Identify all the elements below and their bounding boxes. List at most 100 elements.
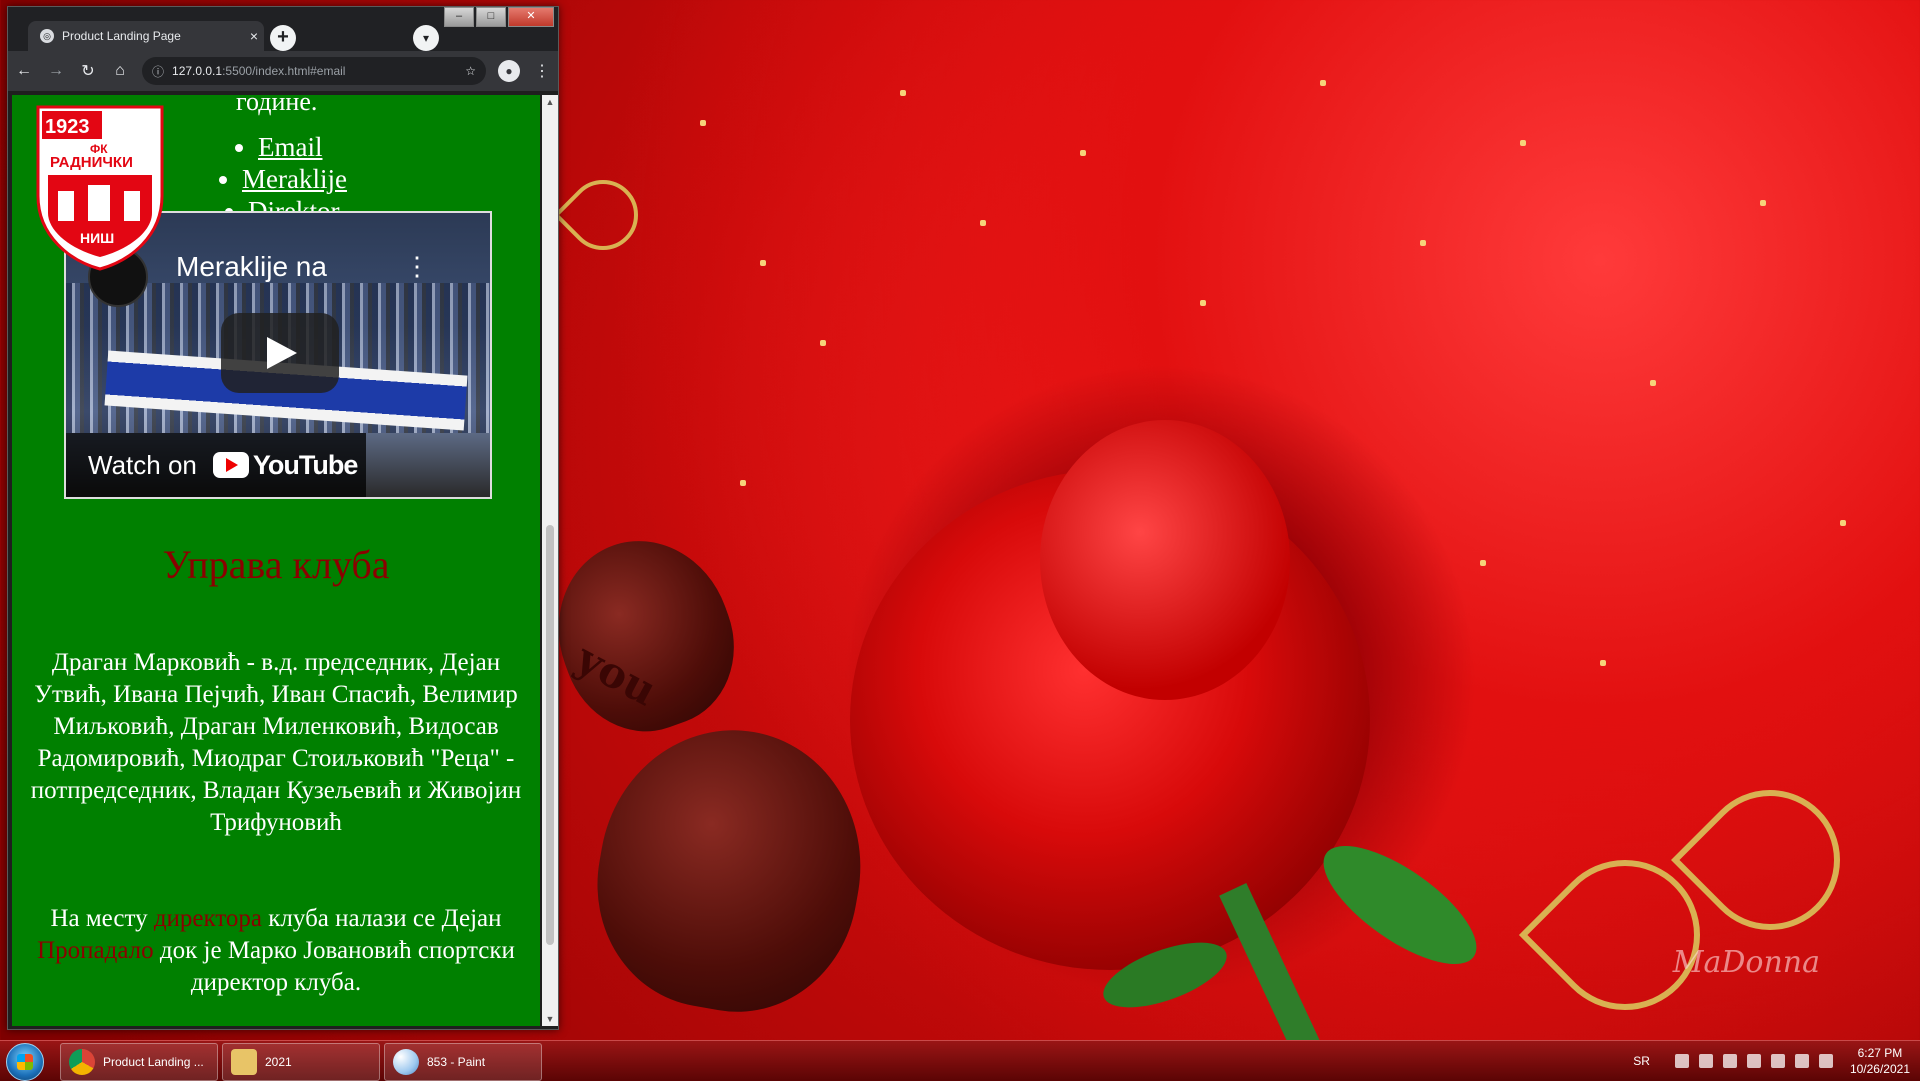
confetti [1600,660,1606,666]
url-text: 127.0.0.1:5500/index.html#email [172,64,465,78]
clock-date: 10/26/2021 [1849,1062,1910,1076]
watermark: MaDonna [1672,945,1820,980]
nav-link-meraklije[interactable]: Meraklije [242,164,347,194]
maximize-button[interactable]: □ [476,7,506,27]
partial-text: године. [236,95,318,116]
close-window-button[interactable]: ✕ [508,7,554,27]
watch-on-youtube[interactable]: Watch on YouTube [66,433,366,497]
chrome-icon [69,1049,95,1075]
page-scrollbar[interactable]: ▲ ▼ [542,95,558,1026]
play-button[interactable] [221,313,339,393]
globe-icon: ◎ [40,29,54,43]
confetti [1520,140,1526,146]
taskbar-item-paint[interactable]: 853 - Paint [384,1043,542,1081]
confetti [700,120,706,126]
url-host: 127.0.0.1 [172,64,223,78]
window-controls: – □ ✕ [442,7,554,27]
director-text-part: На месту [50,905,154,932]
volume-icon[interactable] [1818,1054,1833,1068]
confetti [820,340,826,346]
home-icon[interactable]: ⌂ [104,62,136,80]
taskbar: Product Landing ... 2021 853 - Paint SR … [0,1040,1920,1081]
logo-year: 1923 [45,116,90,138]
reload-icon[interactable]: ↻ [72,61,104,81]
youtube-play-icon [212,452,249,478]
scroll-up-arrow-icon[interactable]: ▲ [542,97,558,107]
security-icon[interactable] [1674,1054,1689,1068]
director-text-part: клуба налази се Дејан [262,905,502,932]
logo-city: НИШ [80,230,114,246]
video-title[interactable]: Meraklije na [176,251,327,283]
confetti [900,90,906,96]
language-indicator[interactable]: SR [1633,1054,1650,1068]
youtube-brand: YouTube [252,449,358,480]
taskbar-item-folder[interactable]: 2021 [222,1043,380,1081]
taskbar-item-chrome[interactable]: Product Landing ... [60,1043,218,1081]
url-path: :5500/index.html#email [222,64,346,78]
chocolate-heart [577,709,883,1031]
start-button[interactable] [6,1043,44,1081]
tab-close-icon[interactable]: × [244,28,264,44]
confetti [980,220,986,226]
director-name-highlight: Пропадало [37,937,154,964]
tray-flag-icon[interactable] [1770,1054,1785,1068]
rose-petal [1040,420,1290,700]
director-text: На месту директора клуба налази се Дејан… [28,903,524,999]
nav-link-email[interactable]: Email [258,132,322,162]
gold-heart [553,165,653,265]
confetti [1840,520,1846,526]
youtube-logo: YouTube [212,449,358,481]
gold-heart [1671,761,1869,959]
director-highlight: директора [153,905,263,932]
taskbar-item-label: 853 - Paint [427,1055,486,1069]
browser-titlebar[interactable]: ◎ Product Landing Page × + ▾ – □ ✕ [8,7,558,51]
page-viewport: године. Email Meraklije Direktor Merakli… [12,95,540,1026]
nav-item: Email [258,131,347,163]
bookmark-star-icon[interactable]: ☆ [465,64,476,78]
confetti [1080,150,1086,156]
address-bar[interactable]: ⓘ 127.0.0.1:5500/index.html#email ☆ [142,57,486,85]
browser-toolbar: ← → ↻ ⌂ ⓘ 127.0.0.1:5500/index.html#emai… [8,51,558,91]
management-text: Драган Марковић - в.д. председник, Дејан… [30,649,522,836]
logo-name: РАДНИЧКИ [50,154,133,171]
tab-product-landing-page[interactable]: ◎ Product Landing Page × [28,21,264,51]
network-icon[interactable] [1794,1054,1809,1068]
back-arrow-icon[interactable]: ← [8,62,40,80]
chocolate-heart [532,516,758,754]
paint-icon [393,1049,419,1075]
confetti [1200,300,1206,306]
clock[interactable]: 6:27 PM 10/26/2021 [1850,1045,1910,1077]
management-heading: Управа клуба [162,542,390,587]
confetti [1420,240,1426,246]
menu-icon[interactable]: ⋮ [526,61,558,81]
confetti [1320,80,1326,86]
minimize-button[interactable]: – [444,7,474,27]
watch-on-label: Watch on [88,449,197,480]
video-menu-icon[interactable]: ⋮ [404,251,430,282]
scroll-down-arrow-icon[interactable]: ▼ [542,1014,558,1024]
confetti [1480,560,1486,566]
tray-usb-icon[interactable] [1722,1054,1737,1068]
new-tab-button[interactable]: + [270,25,296,51]
tab-search-icon[interactable]: ▾ [413,25,439,51]
tab-title: Product Landing Page [62,29,181,43]
confetti [1650,380,1656,386]
folder-icon [231,1049,257,1075]
tray-app-icon[interactable] [1698,1054,1713,1068]
nav-item: Meraklije [242,163,347,195]
confetti [740,480,746,486]
scrollbar-thumb[interactable] [546,525,554,945]
confetti [760,260,766,266]
site-info-icon[interactable]: ⓘ [152,63,164,80]
rose-leaf [1306,824,1494,986]
system-tray: SR 6:27 PM 10/26/2021 [1633,1041,1910,1081]
clock-time: 6:27 PM [1857,1046,1903,1060]
taskbar-item-label: Product Landing ... [103,1055,204,1069]
club-logo: 1923 ФК РАДНИЧКИ НИШ [36,105,164,271]
browser-window[interactable]: ◎ Product Landing Page × + ▾ – □ ✕ ← → ↻… [7,6,559,1030]
director-text-part: док је Марко Јовановић спортски директор… [153,937,515,996]
confetti [1760,200,1766,206]
profile-icon[interactable]: ● [498,60,520,82]
forward-arrow-icon[interactable]: → [40,62,72,80]
tray-monitor-icon[interactable] [1746,1054,1761,1068]
